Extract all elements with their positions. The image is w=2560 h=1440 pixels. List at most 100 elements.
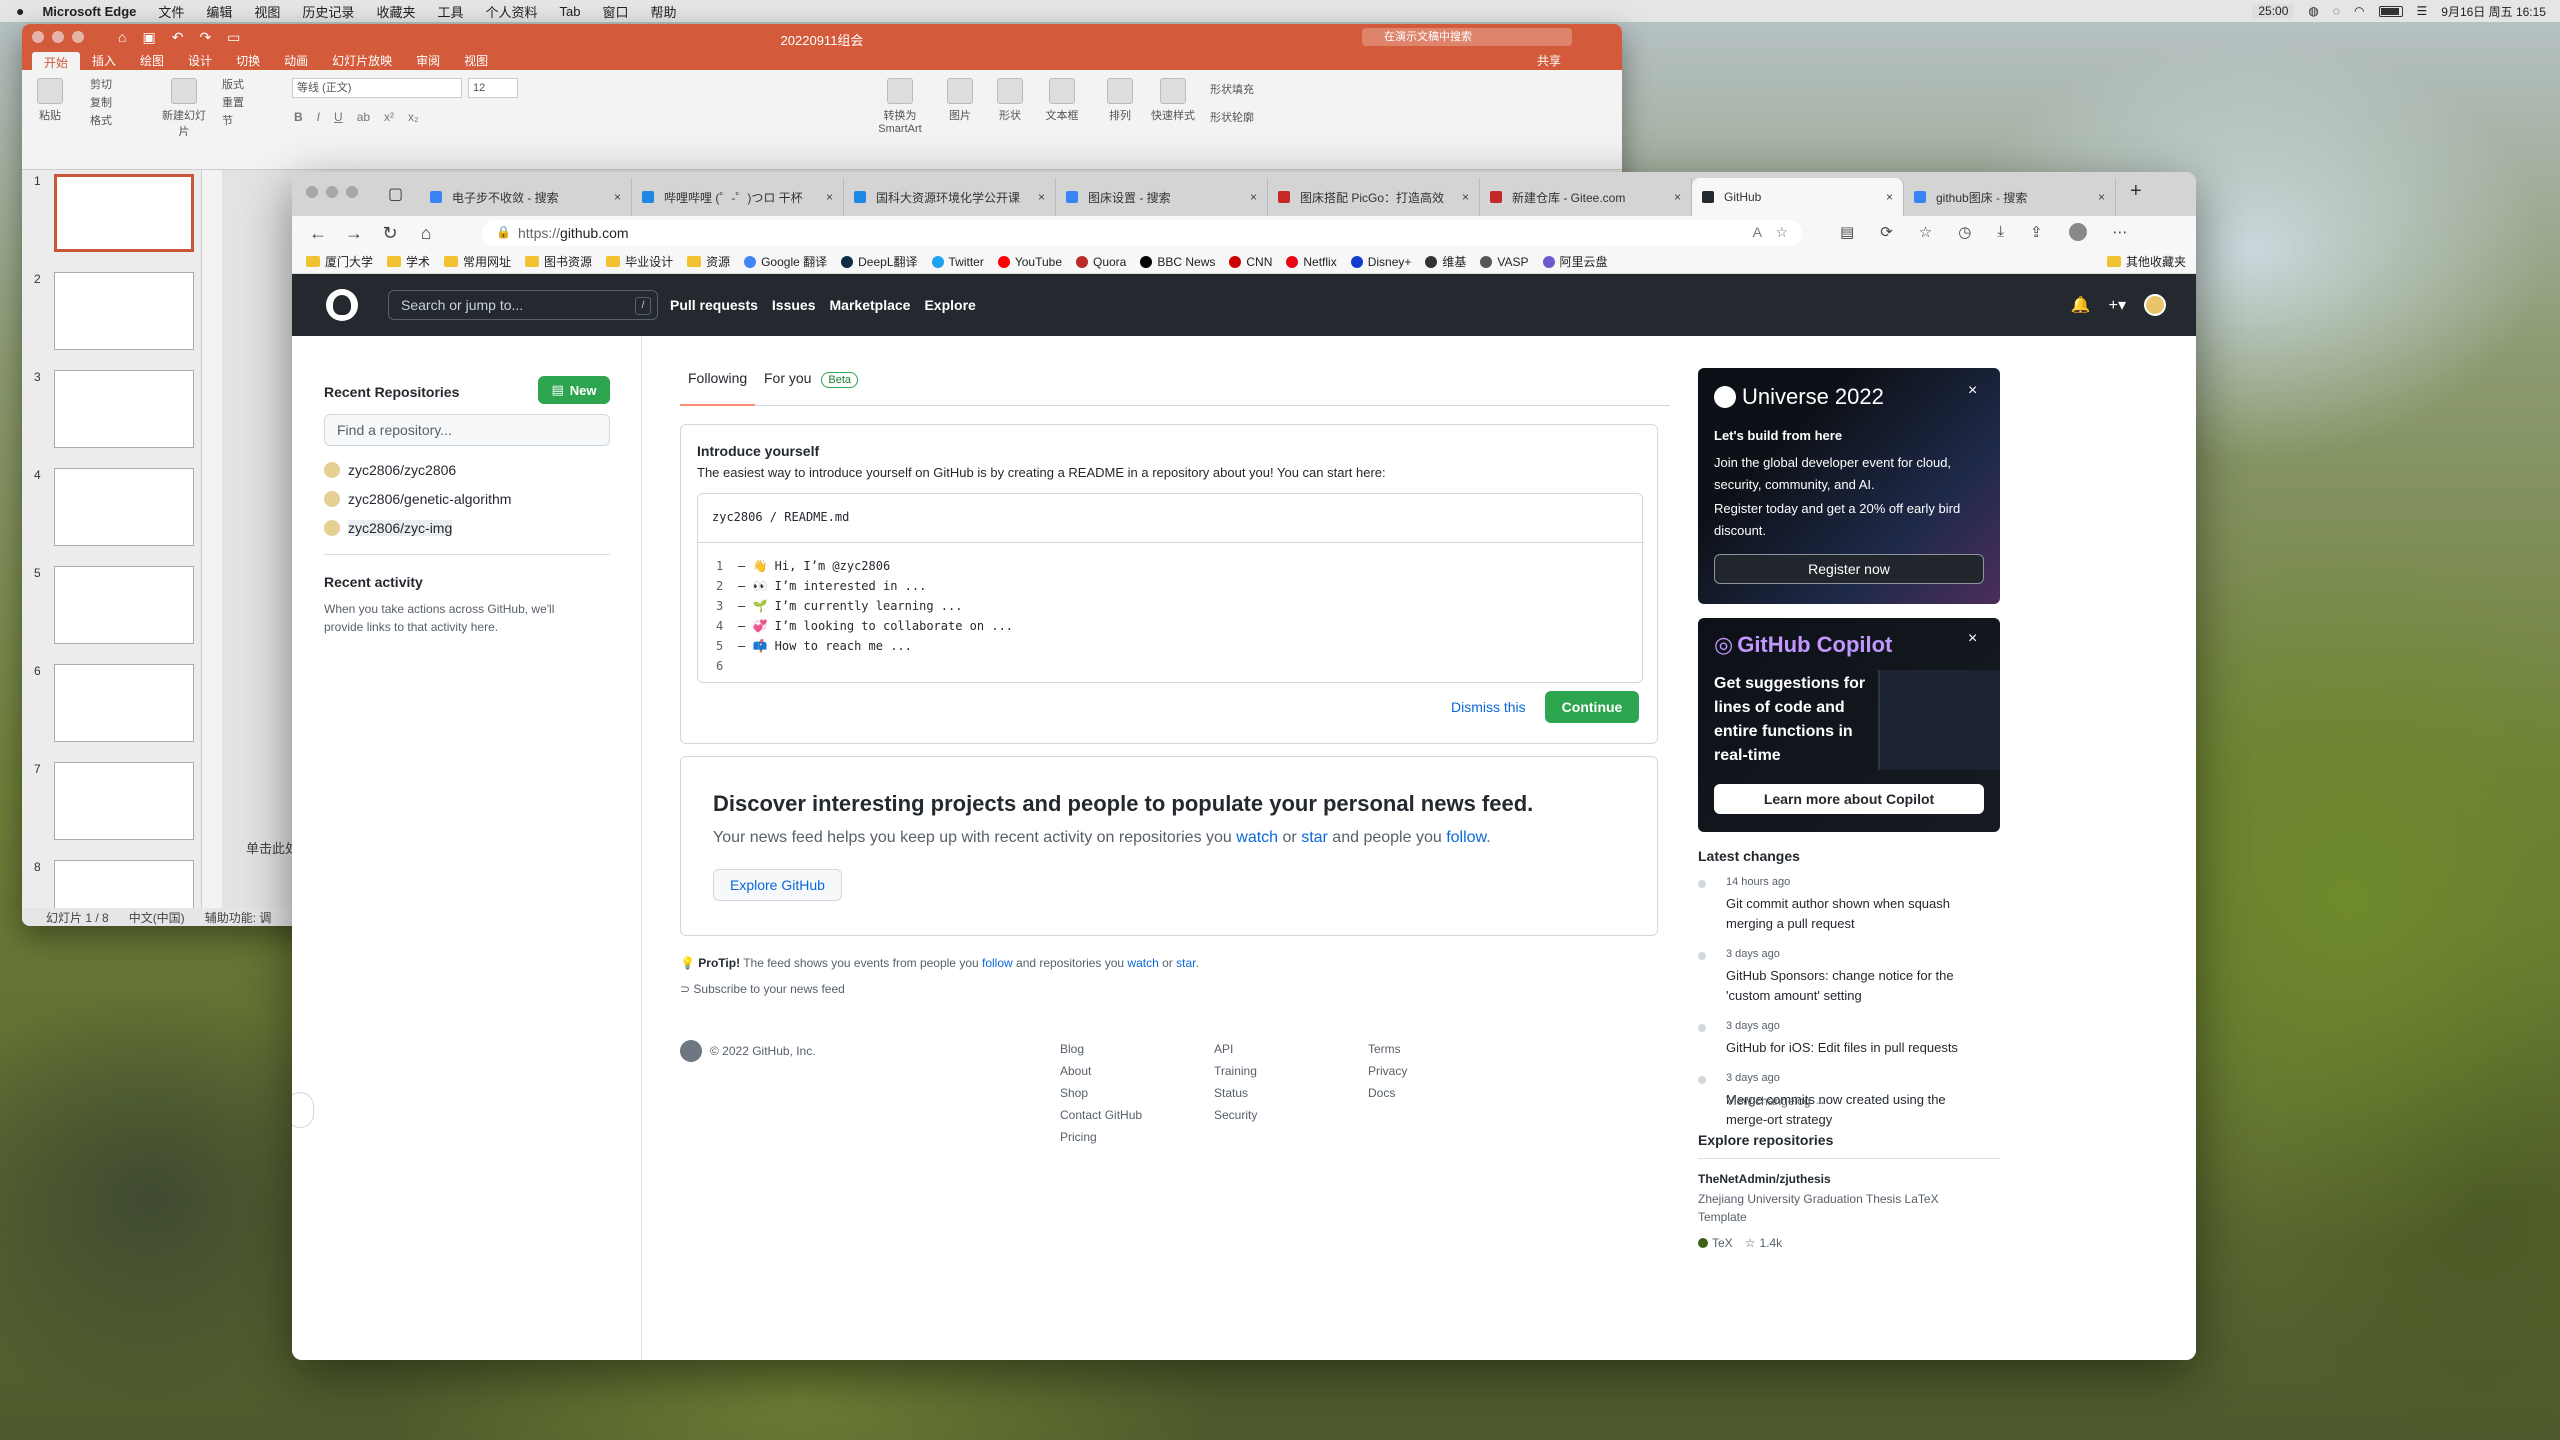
github-search-input[interactable]: Search or jump to... / [388,290,658,320]
font-name-select[interactable]: 等线 (正文) [292,78,462,98]
forward-icon[interactable]: → [344,223,364,244]
bookmark-folder[interactable]: 毕业设计 [606,253,673,270]
nav-pull-requests[interactable]: Pull requests [670,297,758,313]
read-aloud-icon[interactable]: A [1753,224,1762,240]
underline-icon[interactable]: U [334,110,343,124]
downloads-icon[interactable]: ⤓ [1997,223,2004,241]
slide-thumbnail[interactable] [54,762,194,840]
settings-more-icon[interactable]: ⋯ [2113,223,2128,241]
close-tab-icon[interactable]: × [1674,190,1681,204]
learn-copilot-button[interactable]: Learn more about Copilot [1714,784,1984,814]
shape-fill-button[interactable]: 形状填充 [1210,76,1254,104]
menubar-item[interactable]: 个人资料 [485,2,537,21]
collections-icon[interactable]: ▤ [1840,223,1854,241]
bookmark-link[interactable]: VASP [1480,255,1529,269]
close-tab-icon[interactable]: × [1250,190,1257,204]
footer-link[interactable]: Docs [1368,1082,1407,1104]
repo-stars[interactable]: 1.4k [1759,1236,1782,1250]
bookmark-link[interactable]: 阿里云盘 [1542,253,1608,270]
bookmark-link[interactable]: YouTube [997,255,1062,269]
new-repo-button[interactable]: ▤ New [538,376,610,404]
bookmark-link[interactable]: CNN [1229,255,1272,269]
language-status[interactable]: 中文(中国) [129,909,185,926]
strikethrough-icon[interactable]: ab [357,110,370,124]
browser-tab[interactable]: 国科大资源环境化学公开课 × [844,178,1056,216]
protip-watch-link[interactable]: watch [1127,956,1158,970]
tab-actions-icon[interactable]: ▢ [388,184,403,204]
change-title[interactable]: GitHub Sponsors: change notice for the '… [1726,966,1986,1006]
repo-list-item[interactable]: zyc2806/zyc-img [324,520,453,536]
smartart-button[interactable]: 转换为SmartArt [870,78,930,135]
italic-icon[interactable]: I [317,110,320,124]
accessibility-status[interactable]: 辅助功能: 调 [205,909,272,926]
footer-link[interactable]: Pricing [1060,1126,1142,1148]
font-size-select[interactable]: 12 [468,78,518,98]
picture-button[interactable]: 图片 [942,78,978,123]
bookmark-folder[interactable]: 学术 [387,253,430,270]
view-changelog-link[interactable]: View changelog → [1726,1094,1826,1108]
footer-link[interactable]: Security [1214,1104,1257,1126]
subscribe-feed-link[interactable]: ⊃ Subscribe to your news feed [680,982,845,996]
footer-link[interactable]: Privacy [1368,1060,1407,1082]
dismiss-intro-link[interactable]: Dismiss this [1451,699,1526,715]
menubar-item[interactable]: 视图 [254,2,280,21]
explore-github-button[interactable]: Explore GitHub [713,869,842,901]
bookmark-folder[interactable]: 厦门大学 [306,253,373,270]
cut-button[interactable]: 剪切 [90,76,112,94]
other-favorites-folder[interactable]: 其他收藏夹 [2106,253,2186,270]
footer-link[interactable]: API [1214,1038,1257,1060]
menubar-item[interactable]: 编辑 [206,2,232,21]
footer-link[interactable]: Terms [1368,1038,1407,1060]
notification-bell-icon[interactable]: 🔔 [2071,295,2091,315]
protip-star-link[interactable]: star [1176,956,1195,970]
superscript-icon[interactable]: x² [384,110,394,124]
close-tab-icon[interactable]: × [614,190,621,204]
continue-button[interactable]: Continue [1545,691,1639,723]
slide-thumbnail[interactable] [54,174,194,252]
footer-link[interactable]: Training [1214,1060,1257,1082]
ppt-search-field[interactable]: 在演示文稿中搜索 [1362,28,1572,46]
repo-name[interactable]: zyc2806/zyc2806 [348,462,456,478]
format-painter-button[interactable]: 格式 [90,112,112,130]
sync-icon[interactable]: ◌ [2333,4,2340,18]
repo-name[interactable]: zyc2806/genetic-algorithm [348,491,511,507]
menubar-item[interactable]: 工具 [437,2,463,21]
browser-tab[interactable]: GitHub × [1692,178,1904,216]
repo-list-item[interactable]: zyc2806/zyc2806 [324,462,456,478]
github-logo-icon[interactable] [326,289,358,321]
close-promo-icon[interactable]: × [1968,630,1977,648]
menubar-item[interactable]: 收藏夹 [376,2,415,21]
new-tab-button[interactable]: + [2130,180,2142,203]
bookmark-link[interactable]: Netflix [1286,255,1337,269]
browser-tab[interactable]: 图床设置 - 搜索 × [1056,178,1268,216]
close-window-button[interactable] [306,186,318,198]
wechat-icon[interactable]: ◍ [2308,4,2318,18]
change-item[interactable]: 3 days ago GitHub Sponsors: change notice… [1698,948,2000,1006]
bookmark-folder[interactable]: 常用网址 [444,253,511,270]
back-icon[interactable]: ← [308,223,328,244]
menubar-item[interactable]: 窗口 [602,2,628,21]
quick-style-button[interactable]: 快速样式 [1148,78,1198,123]
add-favorite-icon[interactable]: ☆ [1775,224,1788,241]
menubar-item[interactable]: 历史记录 [302,2,354,21]
new-slide-button[interactable]: 新建幻灯片 [162,78,206,139]
arrange-button[interactable]: 排列 [1102,78,1138,123]
layout-button[interactable]: 版式 [222,76,244,94]
close-promo-icon[interactable]: × [1968,382,1977,400]
user-avatar[interactable] [2144,294,2166,316]
slide-thumbnail[interactable] [54,272,194,350]
bookmark-link[interactable]: BBC News [1140,255,1215,269]
change-title[interactable]: GitHub for iOS: Edit files in pull reque… [1726,1038,1986,1058]
star-link[interactable]: star [1301,829,1328,846]
bookmark-link[interactable]: DeepL翻译 [841,253,918,270]
bookmark-link[interactable]: Quora [1076,255,1126,269]
timer-display[interactable]: 25:00 [2252,4,2295,18]
bookmark-link[interactable]: 维基 [1425,253,1466,270]
close-tab-icon[interactable]: × [1038,190,1045,204]
bookmark-folder[interactable]: 资源 [687,253,730,270]
nav-explore[interactable]: Explore [924,297,975,313]
footer-link[interactable]: About [1060,1060,1142,1082]
create-new-dropdown[interactable]: +▾ [2109,295,2126,315]
repo-name[interactable]: zyc2806/zyc-img [348,520,453,536]
zoom-window-button[interactable] [346,186,358,198]
